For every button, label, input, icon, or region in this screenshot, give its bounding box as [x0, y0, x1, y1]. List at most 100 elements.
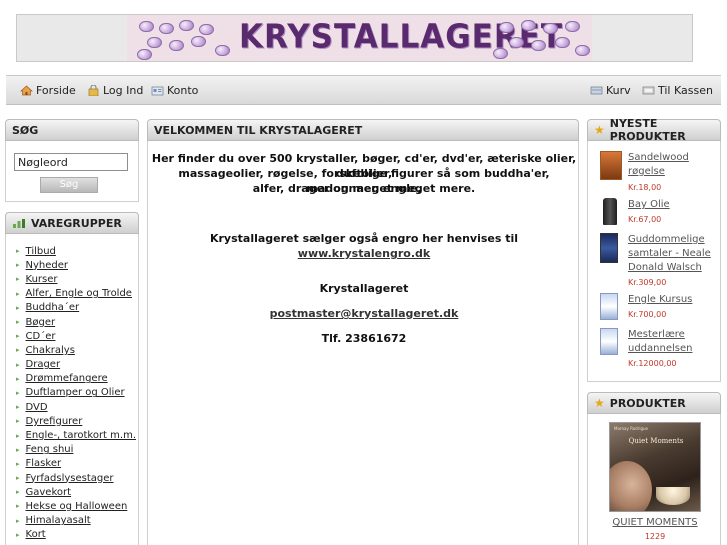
category-item[interactable]: ▸ DVD [16, 400, 136, 414]
crystal-stone-icon [179, 20, 194, 31]
category-item[interactable]: ▸ Kort [16, 528, 136, 542]
engros-paragraph: Krystallageret sælger også engro her hen… [148, 231, 580, 261]
welcome-panel-header: VELKOMMEN TIL KRYSTALAGERET [147, 119, 579, 141]
category-item[interactable]: ▸ Drømmefangere [16, 372, 136, 386]
welcome-intro-line-3: alfer, drager og meget meget mere. [252, 182, 476, 195]
product-name-link[interactable]: Engle Kursus [628, 293, 720, 307]
category-item[interactable]: ▸ CD´er [16, 329, 136, 343]
crystal-stone-icon [169, 40, 184, 51]
category-link[interactable]: Buddha´er [26, 302, 80, 313]
category-link[interactable]: Fyrfadslysestager [26, 473, 114, 484]
account-card-icon [151, 86, 164, 96]
book-cover-thumbnail[interactable] [600, 233, 618, 263]
crystal-stone-icon [555, 37, 570, 48]
product-price: Kr.12000,00 [628, 359, 677, 368]
star-icon: ★ [594, 123, 605, 137]
oil-bottle-thumbnail[interactable] [603, 198, 617, 225]
products-title: PRODUKTER [609, 396, 686, 410]
newest-products-header: ★ NYESTE PRODUKTER [587, 117, 721, 143]
category-link[interactable]: Kurser [26, 274, 58, 285]
bullet-arrow-icon: ▸ [16, 261, 20, 270]
category-item[interactable]: ▸ Drager [16, 358, 136, 372]
featured-product-name[interactable]: QUIET MOMENTS [588, 517, 722, 528]
star-icon: ★ [594, 396, 605, 410]
category-link[interactable]: Duftlamper og Olier [26, 387, 125, 398]
product-name-link[interactable]: Sandelwood røgelse [628, 151, 720, 179]
bullet-arrow-icon: ▸ [16, 318, 20, 327]
category-item[interactable]: ▸ Flasker [16, 457, 136, 471]
category-item[interactable]: ▸ Alfer, Engle og Trolde [16, 287, 136, 301]
bullet-arrow-icon: ▸ [16, 346, 20, 355]
bullet-arrow-icon: ▸ [16, 247, 20, 256]
category-link[interactable]: Engle-, tarotkort m.m. [26, 430, 136, 441]
category-link[interactable]: DVD [26, 402, 48, 413]
category-item[interactable]: ▸ Duftlamper og Olier [16, 386, 136, 400]
category-link[interactable]: Alfer, Engle og Trolde [26, 288, 132, 299]
category-link[interactable]: Himalayasalt [26, 515, 91, 526]
incense-thumbnail[interactable] [600, 151, 622, 180]
category-list: ▸ Tilbud ▸ Nyheder ▸ Kurser ▸ Alfer, Engle og T… [16, 244, 136, 542]
category-item[interactable]: ▸ Buddha´er [16, 301, 136, 315]
nav-checkout-link[interactable]: Til Kassen [642, 84, 713, 97]
category-item[interactable]: ▸ Kurser [16, 272, 136, 286]
category-item[interactable]: ▸ Himalayasalt [16, 514, 136, 528]
category-link[interactable]: Dyrefigurer [26, 416, 83, 427]
nav-cart-link[interactable]: Kurv [590, 84, 631, 97]
search-button[interactable]: Søg [40, 177, 98, 193]
site-logo-banner[interactable]: KRYSTALLAGERET [127, 15, 592, 61]
product-name-link[interactable]: Guddommelige samtaler - Neale Donald Wal… [628, 233, 720, 275]
bullet-arrow-icon: ▸ [16, 488, 20, 497]
email-paragraph: postmaster@krystallageret.dk [148, 306, 580, 321]
nav-login-link[interactable]: Log Ind [87, 84, 143, 97]
category-item[interactable]: ▸ Fyrfadslysestager [16, 471, 136, 485]
nav-login-label: Log Ind [103, 84, 144, 97]
category-link[interactable]: Drømmefangere [26, 373, 108, 384]
category-item[interactable]: ▸ Dyrefigurer [16, 414, 136, 428]
category-link[interactable]: Tilbud [26, 246, 56, 257]
email-link[interactable]: postmaster@krystallageret.dk [270, 307, 459, 320]
nav-home-link[interactable]: Forside [20, 84, 76, 97]
product-name-link[interactable]: Mesterlære uddannelsen [628, 328, 720, 356]
categories-icon [13, 218, 25, 228]
bullet-arrow-icon: ▸ [16, 332, 20, 341]
category-item[interactable]: ▸ Feng shui [16, 443, 136, 457]
crystal-stone-icon [565, 21, 580, 32]
categories-panel: ▸ Tilbud ▸ Nyheder ▸ Kurser ▸ Alfer, Engle og T… [5, 234, 139, 545]
category-link[interactable]: Bøger [26, 317, 56, 328]
nav-account-link[interactable]: Konto [151, 84, 198, 97]
course-thumbnail[interactable] [600, 328, 618, 355]
category-link[interactable]: Nyheder [26, 260, 69, 271]
lock-icon [88, 85, 99, 96]
category-link[interactable]: Drager [26, 359, 61, 370]
category-item[interactable]: ▸ Nyheder [16, 258, 136, 272]
welcome-panel: Her finder du over 500 krystaller, bøger… [147, 141, 579, 545]
category-item[interactable]: ▸ Gavekort [16, 485, 136, 499]
angel-course-thumbnail[interactable] [600, 293, 618, 320]
category-link[interactable]: Feng shui [26, 444, 74, 455]
category-item[interactable]: ▸ Hekse og Halloween [16, 499, 136, 513]
category-link[interactable]: Hekse og Halloween [26, 501, 128, 512]
category-link[interactable]: CD´er [26, 331, 56, 342]
featured-product-image[interactable]: Mornay Rodrigue Quiet Moments [609, 422, 701, 512]
category-link[interactable]: Flasker [26, 458, 62, 469]
search-panel: Søg [5, 141, 139, 202]
category-item[interactable]: ▸ Chakralys [16, 343, 136, 357]
crystal-stone-icon [159, 23, 174, 34]
category-link[interactable]: Gavekort [26, 487, 72, 498]
category-link[interactable]: Kort [26, 529, 46, 540]
product-name-link[interactable]: Bay Olie [628, 198, 720, 212]
engros-link[interactable]: www.krystalengro.dk [298, 247, 430, 260]
product-price: Kr.67,00 [628, 215, 662, 224]
category-item[interactable]: ▸ Engle-, tarotkort m.m. [16, 428, 136, 442]
category-link[interactable]: Chakralys [26, 345, 75, 356]
search-input[interactable] [14, 153, 128, 171]
product-price: Kr.18,00 [628, 183, 662, 192]
bullet-arrow-icon: ▸ [16, 530, 20, 539]
category-item[interactable]: ▸ Bøger [16, 315, 136, 329]
product-price: Kr.309,00 [628, 278, 667, 287]
category-item[interactable]: ▸ Tilbud [16, 244, 136, 258]
company-name: Krystallageret [319, 282, 409, 295]
search-panel-header: SØG [5, 119, 139, 141]
book-cover-bowl [656, 487, 690, 505]
header-banner-frame: KRYSTALLAGERET [16, 14, 693, 62]
